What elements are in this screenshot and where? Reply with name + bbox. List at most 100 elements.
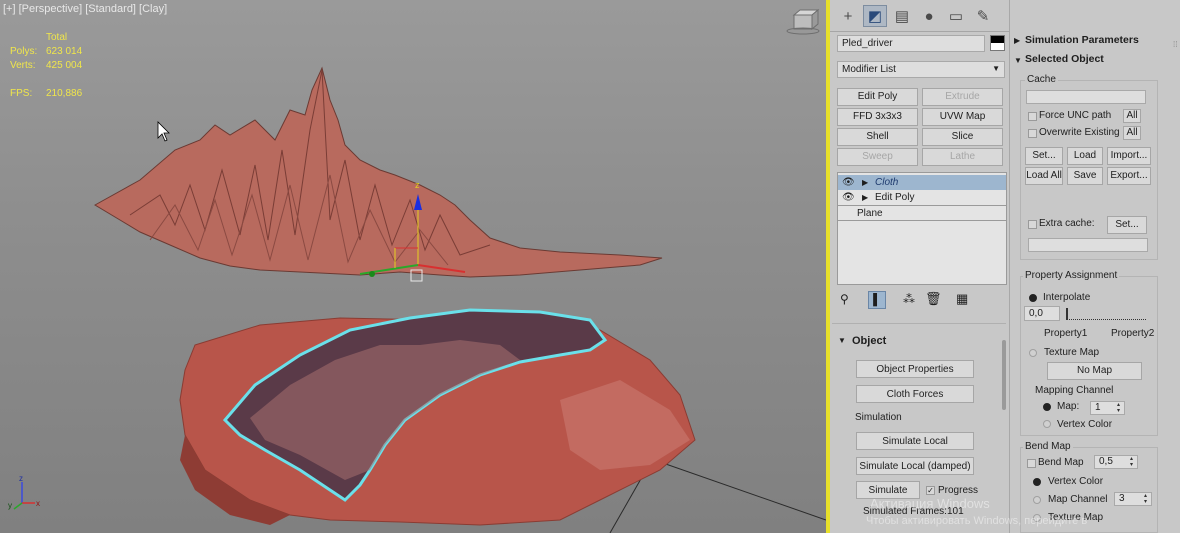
- pin-stack-icon[interactable]: ⚲: [840, 292, 849, 306]
- rollout-expand-icon[interactable]: ▶: [1014, 36, 1020, 45]
- viewcube-icon: [786, 8, 820, 35]
- interpolate-radio[interactable]: [1029, 294, 1037, 302]
- bend-map-channel-radio[interactable]: [1033, 496, 1041, 504]
- object-name-field[interactable]: Pled_driver: [837, 35, 985, 52]
- utilities-icon[interactable]: ✎: [971, 5, 995, 27]
- slice-button[interactable]: Slice: [922, 128, 1003, 146]
- modify-icon[interactable]: ◩: [863, 5, 887, 27]
- show-end-result-icon[interactable]: ▌: [868, 291, 886, 309]
- extra-cache-path-field[interactable]: [1028, 238, 1148, 252]
- simulate-local-button[interactable]: Simulate Local: [856, 432, 974, 450]
- max-window: z z y x [+] [Perspective] [Standard] [Cl…: [0, 0, 1180, 533]
- gizmo-z-label: z: [415, 180, 420, 190]
- no-map-button[interactable]: No Map: [1047, 362, 1142, 380]
- lathe-button[interactable]: Lathe: [922, 148, 1003, 166]
- eye-icon[interactable]: 👁: [842, 190, 855, 205]
- object-rollout-title[interactable]: Object: [852, 335, 886, 347]
- display-icon[interactable]: ▭: [944, 5, 968, 27]
- set-cache-button[interactable]: Set...: [1025, 147, 1063, 165]
- panel-scrollbar[interactable]: [1002, 340, 1006, 410]
- polys-label: Polys:: [10, 46, 38, 57]
- property1-label: Property1: [1044, 328, 1088, 339]
- rollout-collapse-icon[interactable]: ▼: [1014, 56, 1022, 65]
- extra-cache-set-button[interactable]: Set...: [1107, 216, 1147, 234]
- tripod-x-label: x: [36, 499, 40, 508]
- slider-thumb[interactable]: [1066, 308, 1068, 320]
- extra-cache-checkbox[interactable]: [1028, 220, 1037, 229]
- bend-map-group-label: Bend Map: [1023, 441, 1073, 452]
- command-panel: + ◩ ▤ ● ▭ ✎ Pled_driver Modifier List ▼ …: [830, 0, 1010, 533]
- edit-poly-button[interactable]: Edit Poly: [837, 88, 918, 106]
- object-color-swatch[interactable]: [990, 35, 1005, 51]
- force-unc-checkbox[interactable]: [1028, 112, 1037, 121]
- cloth-forces-button[interactable]: Cloth Forces: [856, 385, 974, 403]
- modifier-list-label: Modifier List: [842, 64, 896, 75]
- stats-header: Total: [46, 32, 68, 43]
- remove-modifier-icon[interactable]: 🗑: [925, 291, 942, 307]
- stack-label-cloth: Cloth: [875, 177, 899, 188]
- rollout-drag-handle-icon[interactable]: ⁞⁞: [1173, 40, 1177, 49]
- verts-label: Verts:: [10, 60, 36, 71]
- property2-label: Property2: [1111, 328, 1155, 339]
- expand-arrow-icon[interactable]: ▶: [862, 175, 868, 190]
- property-assignment-label: Property Assignment: [1023, 270, 1120, 281]
- map-channel-spinner[interactable]: 1: [1090, 401, 1125, 415]
- perspective-viewport[interactable]: z z y x [+] [Perspective] [Standard] [Cl…: [0, 0, 826, 533]
- texture-map-label: Texture Map: [1044, 347, 1100, 358]
- selected-object-rollout[interactable]: Selected Object: [1025, 53, 1104, 65]
- bend-vertex-color-radio[interactable]: [1033, 478, 1041, 486]
- motion-icon[interactable]: ●: [917, 5, 941, 27]
- rollout-collapse-icon[interactable]: ▼: [838, 336, 846, 345]
- progress-checkbox[interactable]: ✓: [926, 486, 935, 495]
- modifier-stack: 👁 ▶ Cloth 👁 ▶ Edit Poly Plane: [837, 172, 1007, 285]
- stack-item-edit-poly[interactable]: 👁 ▶ Edit Poly: [838, 190, 1006, 205]
- stack-item-plane[interactable]: Plane: [838, 205, 1006, 220]
- simulation-group-label: Simulation: [855, 412, 902, 423]
- bend-map-checkbox[interactable]: [1027, 459, 1036, 468]
- save-button[interactable]: Save: [1067, 167, 1103, 185]
- shell-button[interactable]: Shell: [837, 128, 918, 146]
- export-button[interactable]: Export...: [1107, 167, 1151, 185]
- create-icon[interactable]: +: [836, 5, 860, 27]
- vertex-color-radio[interactable]: [1043, 420, 1051, 428]
- mouse-cursor-icon: [157, 121, 170, 142]
- cache-path-field[interactable]: [1026, 90, 1146, 104]
- windows-activation-hint: Чтобы активировать Windows, перейдите в: [866, 515, 1088, 527]
- interpolate-value-field[interactable]: 0,0: [1024, 306, 1060, 321]
- uvw-map-button[interactable]: UVW Map: [922, 108, 1003, 126]
- extra-cache-label: Extra cache:: [1039, 218, 1095, 229]
- interpolate-slider[interactable]: [1066, 306, 1146, 320]
- stack-item-cloth[interactable]: 👁 ▶ Cloth: [838, 175, 1006, 190]
- simulate-local-damped-button[interactable]: Simulate Local (damped): [856, 457, 974, 475]
- import-button[interactable]: Import...: [1107, 147, 1151, 165]
- interpolate-label: Interpolate: [1043, 292, 1091, 303]
- extrude-button[interactable]: Extrude: [922, 88, 1003, 106]
- configure-sets-icon[interactable]: ▦: [956, 291, 968, 307]
- texture-map-radio[interactable]: [1029, 349, 1037, 357]
- force-unc-all-button[interactable]: All: [1123, 109, 1141, 123]
- bend-map-channel-spinner[interactable]: 3: [1114, 492, 1152, 506]
- object-properties-button[interactable]: Object Properties: [856, 360, 974, 378]
- bend-map-label: Bend Map: [1038, 457, 1084, 468]
- make-unique-icon[interactable]: ⁂: [903, 292, 915, 306]
- tripod-z-label: z: [19, 474, 23, 483]
- hierarchy-icon[interactable]: ▤: [890, 5, 914, 27]
- command-panel-tabs: + ◩ ▤ ● ▭ ✎: [830, 0, 1010, 32]
- scene-render: z z y x: [8, 8, 826, 533]
- mapping-channel-label: Mapping Channel: [1035, 385, 1114, 396]
- ffd-button[interactable]: FFD 3x3x3: [837, 108, 918, 126]
- map-radio[interactable]: [1043, 403, 1051, 411]
- expand-arrow-icon[interactable]: ▶: [862, 190, 868, 205]
- load-all-button[interactable]: Load All: [1025, 167, 1063, 185]
- simulation-parameters-rollout[interactable]: Simulation Parameters: [1025, 34, 1139, 46]
- viewport-label-menu[interactable]: [+] [Perspective] [Standard] [Clay]: [3, 3, 167, 15]
- overwrite-checkbox[interactable]: [1028, 129, 1037, 138]
- modifier-list-dropdown[interactable]: Modifier List ▼: [837, 61, 1005, 78]
- overwrite-all-button[interactable]: All: [1123, 126, 1141, 140]
- eye-icon[interactable]: 👁: [842, 175, 855, 190]
- grid-line: [639, 454, 826, 521]
- sweep-button[interactable]: Sweep: [837, 148, 918, 166]
- stack-label-edit-poly: Edit Poly: [875, 192, 915, 203]
- load-button[interactable]: Load: [1067, 147, 1103, 165]
- bend-map-spinner[interactable]: 0,5: [1094, 455, 1138, 469]
